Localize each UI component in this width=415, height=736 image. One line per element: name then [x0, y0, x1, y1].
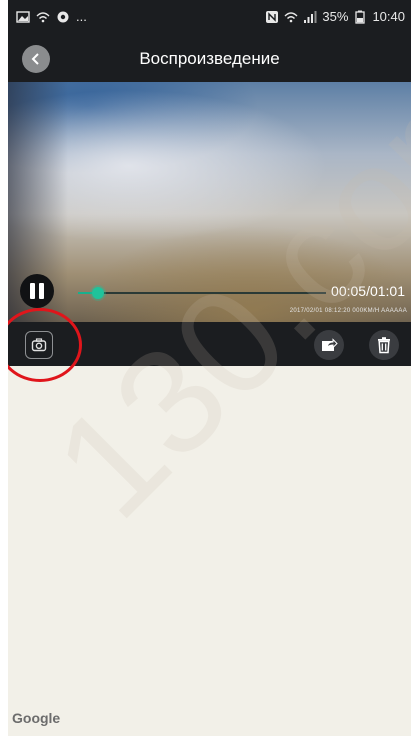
status-clock: 10:40	[372, 9, 405, 24]
video-player[interactable]: 00:05/01:01 2017/02/01 08:12:20 000KM/H …	[8, 82, 411, 322]
share-icon	[322, 338, 338, 351]
video-overlay-text: 2017/02/01 08:12:20 000KM/H AAAAAA	[289, 308, 407, 314]
sync-icon	[57, 11, 69, 22]
google-logo: Google	[12, 710, 61, 726]
page-title: Воспроизведение	[139, 49, 280, 68]
trash-icon	[378, 337, 390, 354]
seek-bar[interactable]	[78, 292, 326, 294]
share-button[interactable]	[314, 330, 344, 360]
signal-icon	[304, 10, 317, 23]
wifi-icon	[36, 11, 50, 22]
nfc-icon	[266, 10, 279, 23]
playback-time: 00:05/01:01	[331, 283, 405, 299]
battery-percent: 35%	[322, 9, 349, 24]
pause-button[interactable]	[20, 274, 54, 308]
phone-screen: ... 35% 10:40 Воспроизведение 00:05/01:0…	[8, 0, 411, 736]
status-right: 35% 10:40	[265, 9, 405, 24]
seek-handle[interactable]	[91, 287, 104, 299]
status-ellipsis: ...	[76, 9, 87, 24]
delete-button[interactable]	[369, 330, 399, 360]
image-icon	[16, 10, 30, 23]
status-bar: ... 35% 10:40	[8, 0, 411, 36]
status-left: ...	[16, 9, 87, 24]
highlight-annotation	[8, 308, 82, 382]
app-header: Воспроизведение	[8, 36, 411, 82]
battery-icon	[355, 10, 366, 24]
wifi-icon	[284, 11, 298, 22]
pause-icon	[28, 283, 46, 299]
